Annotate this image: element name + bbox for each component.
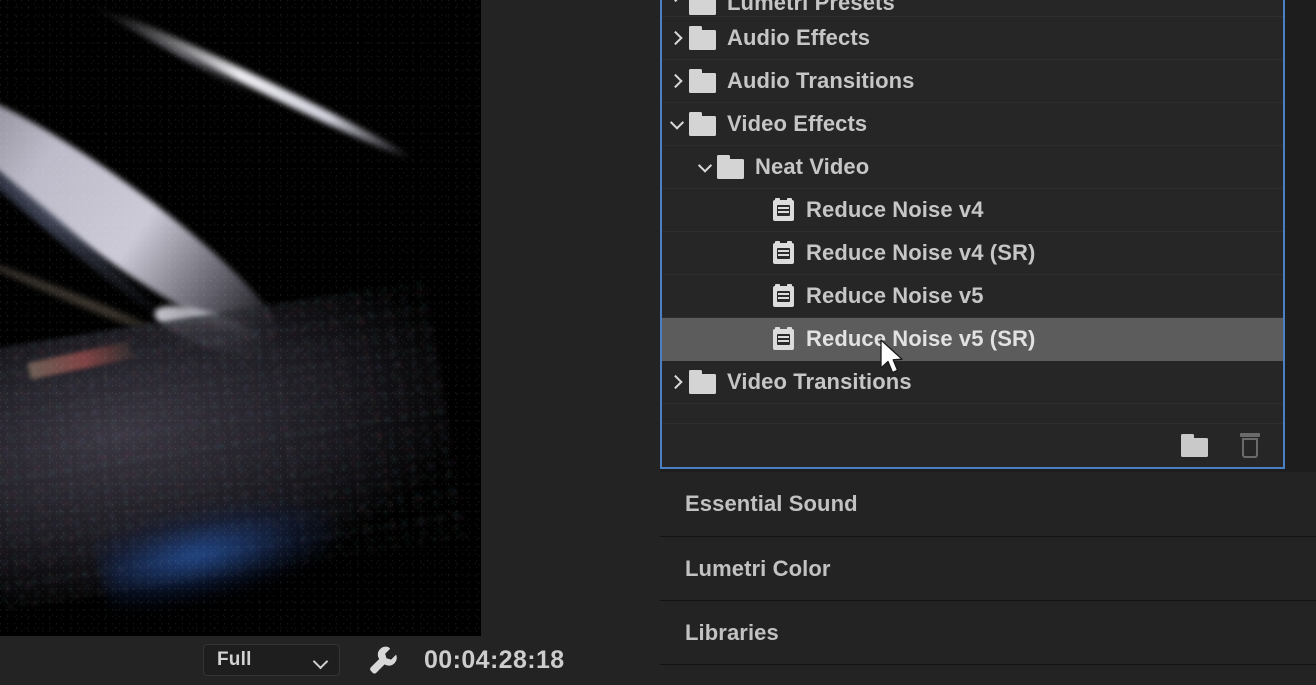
chevron-right-icon[interactable] <box>666 361 688 404</box>
tree-row[interactable]: Audio Effects <box>662 17 1283 60</box>
playhead-timecode[interactable]: 00:04:28:18 <box>424 645 565 675</box>
tree-row-label: Reduce Noise v5 (SR) <box>806 326 1036 351</box>
chevron-right-icon[interactable] <box>666 0 688 16</box>
effects-panel-footer <box>662 423 1283 467</box>
panel-header-label: Libraries <box>685 619 779 645</box>
chevron-down-icon[interactable] <box>694 146 716 189</box>
folder-icon <box>688 111 718 137</box>
panel-header-label: Essential Sound <box>685 491 858 516</box>
tree-row-label: Video Transitions <box>727 369 912 394</box>
right-dock-rail: Lumetri Presets Audio Effects Audio Tran… <box>660 0 1316 685</box>
trash-icon[interactable] <box>1239 432 1261 459</box>
tree-row-label: Reduce Noise v4 (SR) <box>806 240 1036 265</box>
folder-icon <box>688 68 718 94</box>
wrench-icon[interactable] <box>368 645 400 675</box>
tree-row-label: Neat Video <box>755 154 870 179</box>
playback-resolution-dropdown[interactable]: Full <box>203 644 340 676</box>
video-effect-icon <box>772 198 796 222</box>
panel-header-lumetri-color[interactable]: Lumetri Color <box>660 536 1316 600</box>
highlight-streak-secondary <box>89 2 259 99</box>
tree-row-label: Video Effects <box>727 111 868 136</box>
tree-row[interactable]: Lumetri Presets <box>662 0 1283 17</box>
panel-header-essential-sound[interactable]: Essential Sound <box>660 472 1316 536</box>
tree-row-selected[interactable]: Reduce Noise v5 (SR) <box>662 318 1283 361</box>
folder-icon <box>688 0 718 16</box>
premiere-pro-window: Full 00:04:28:18 Lumetri Presets Audio E… <box>0 0 1316 685</box>
panel-header-label: Lumetri Color <box>685 555 831 581</box>
video-preview[interactable] <box>0 0 481 636</box>
folder-icon <box>688 25 718 51</box>
tree-row-label: Reduce Noise v5 <box>806 283 984 308</box>
new-folder-icon[interactable] <box>1181 433 1209 458</box>
monitor-letterbox-background <box>481 0 660 636</box>
highlight-streak <box>112 8 415 165</box>
panel-header-next-clipped[interactable] <box>660 664 1316 685</box>
tree-row-label: Audio Effects <box>727 25 871 50</box>
video-effect-icon <box>772 327 796 351</box>
program-monitor-panel: Full 00:04:28:18 <box>0 0 660 685</box>
chevron-right-icon[interactable] <box>666 17 688 60</box>
tree-row-label: Audio Transitions <box>727 68 915 93</box>
folder-icon <box>688 369 718 395</box>
tree-row[interactable]: Neat Video <box>662 146 1283 189</box>
video-effect-icon <box>772 284 796 308</box>
tree-row[interactable]: Reduce Noise v4 <box>662 189 1283 232</box>
video-effect-icon <box>772 241 796 265</box>
playback-resolution-value: Full <box>217 649 252 670</box>
chevron-right-icon[interactable] <box>666 60 688 103</box>
tree-row[interactable]: Reduce Noise v5 <box>662 275 1283 318</box>
tree-row-label: Lumetri Presets <box>727 0 895 15</box>
panel-header-libraries[interactable]: Libraries <box>660 600 1316 664</box>
tree-row-label: Reduce Noise v4 <box>806 197 984 222</box>
tree-row[interactable]: Reduce Noise v4 (SR) <box>662 232 1283 275</box>
effects-tree[interactable]: Lumetri Presets Audio Effects Audio Tran… <box>662 0 1283 423</box>
chevron-down-icon[interactable] <box>666 103 688 146</box>
folder-icon <box>716 154 746 180</box>
chevron-down-icon <box>313 656 328 665</box>
tree-row[interactable]: Audio Transitions <box>662 60 1283 103</box>
tree-row[interactable]: Video Effects <box>662 103 1283 146</box>
tree-row[interactable]: Video Transitions <box>662 361 1283 404</box>
effects-panel[interactable]: Lumetri Presets Audio Effects Audio Tran… <box>660 0 1285 469</box>
